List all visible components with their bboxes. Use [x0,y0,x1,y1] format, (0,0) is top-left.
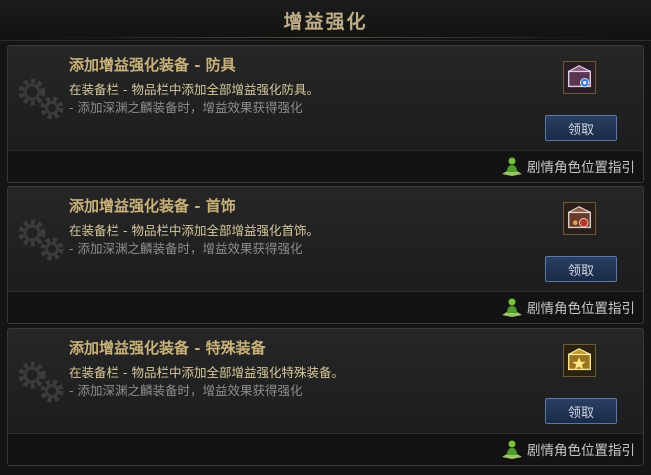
claim-button[interactable]: 领取 [545,256,617,282]
accessory-box-icon[interactable] [563,202,596,235]
quest-note: - 添加深渊之麟装备时，增益效果获得强化 [69,383,303,398]
claim-button[interactable]: 领取 [545,398,617,424]
quest-description: 在装备栏 - 物品栏中添加全部增益强化特殊装备。 [69,365,344,380]
header-divider [40,37,611,38]
npc-guide-label: 剧情角色位置指引 [527,160,635,176]
npc-guide-label: 剧情角色位置指引 [527,443,635,459]
npc-guide-icon [502,157,522,176]
npc-guide-label: 剧情角色位置指引 [527,301,635,317]
npc-guide-icon [502,440,522,459]
special-box-icon[interactable] [563,344,596,377]
quest-title: 添加增益强化装备 - 防具 [69,56,236,74]
panel-header: 增益强化 [0,0,651,41]
npc-location-guide-link[interactable]: 剧情角色位置指引 [501,154,635,178]
quest-card-special: 添加增益强化装备 - 特殊装备 在装备栏 - 物品栏中添加全部增益强化特殊装备。… [7,328,644,466]
panel-title: 增益强化 [283,10,368,33]
npc-location-guide-link[interactable]: 剧情角色位置指引 [501,437,635,461]
quest-card-armor: 添加增益强化装备 - 防具 在装备栏 - 物品栏中添加全部增益强化防具。 - 添… [7,45,644,183]
gear-icon [18,361,64,403]
quest-description: 在装备栏 - 物品栏中添加全部增益强化首饰。 [69,223,319,238]
quest-title: 添加增益强化装备 - 首饰 [69,197,236,215]
gear-icon [18,219,64,261]
quest-note: - 添加深渊之麟装备时，增益效果获得强化 [69,241,303,256]
quest-card-accessory: 添加增益强化装备 - 首饰 在装备栏 - 物品栏中添加全部增益强化首饰。 - 添… [7,186,644,324]
gear-icon [18,78,64,120]
npc-guide-icon [502,298,522,317]
claim-button[interactable]: 领取 [545,115,617,141]
npc-location-guide-link[interactable]: 剧情角色位置指引 [501,295,635,319]
quest-title: 添加增益强化装备 - 特殊装备 [69,339,266,357]
quest-note: - 添加深渊之麟装备时，增益效果获得强化 [69,100,303,115]
armor-box-icon[interactable] [563,61,596,94]
quest-description: 在装备栏 - 物品栏中添加全部增益强化防具。 [69,82,319,97]
